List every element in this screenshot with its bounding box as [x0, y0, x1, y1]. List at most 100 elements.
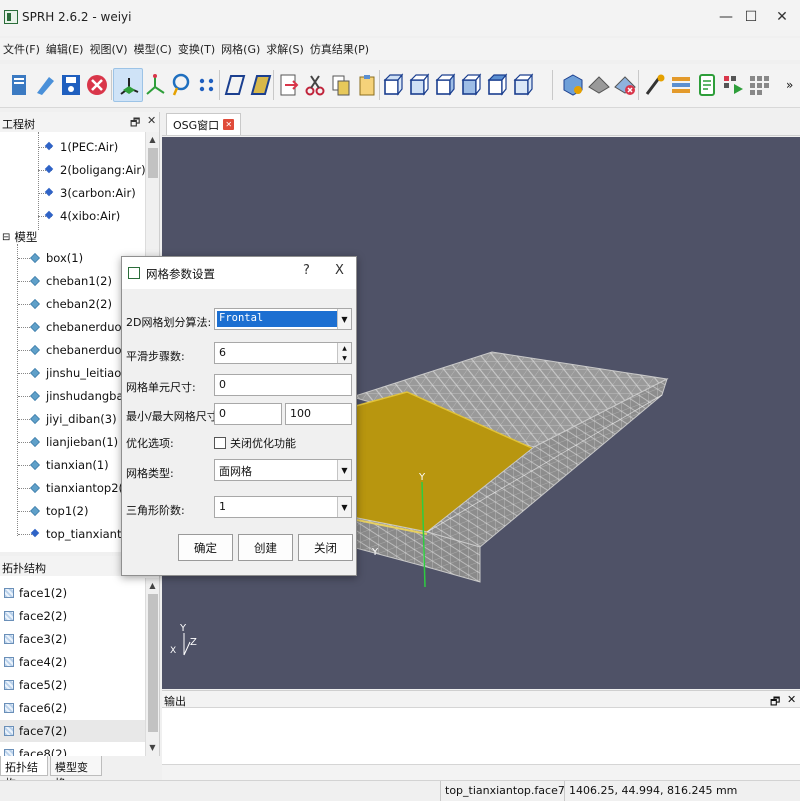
box-bottom-icon[interactable]: [508, 68, 538, 102]
min-size-input[interactable]: 0: [214, 403, 282, 425]
model-icon: [30, 253, 40, 263]
tab-topology[interactable]: 拓扑结构: [0, 756, 48, 790]
tree-item-model[interactable]: box(1): [30, 247, 83, 269]
collapse-toggle-icon[interactable]: ⊟: [2, 232, 10, 243]
tree-item-model[interactable]: cheban2(2): [30, 293, 112, 315]
toolbar: »: [0, 64, 800, 108]
project-tree-header: 工程树 🗗 ✕: [0, 112, 159, 133]
menu-file[interactable]: 文件(F): [0, 41, 43, 57]
scroll-up-arrow-icon[interactable]: ▲: [146, 578, 159, 592]
element-size-input[interactable]: 0: [214, 374, 352, 396]
face-list-item[interactable]: face4(2): [4, 651, 67, 673]
axes-icon[interactable]: [113, 68, 143, 102]
close-dialog-button[interactable]: 关闭: [298, 534, 353, 561]
face-icon: [4, 634, 14, 644]
menu-solve[interactable]: 求解(S): [263, 41, 307, 57]
triangle-order-select[interactable]: 1 ▼: [214, 496, 352, 518]
tab-close-icon[interactable]: ✕: [223, 119, 235, 130]
model-icon: [30, 437, 40, 447]
tree-item-material[interactable]: 2(boligang:Air): [44, 159, 146, 181]
face-list-item[interactable]: face5(2): [4, 674, 67, 696]
triangle-order-label: 三角形阶数:: [126, 504, 185, 517]
scroll-down-arrow-icon[interactable]: ▼: [146, 740, 159, 754]
model-icon: [30, 391, 40, 401]
close-panel-button[interactable]: ✕: [147, 114, 156, 127]
disable-optimize-checkbox[interactable]: [214, 437, 226, 449]
tree-group-models[interactable]: ⊟ 模型: [2, 226, 37, 248]
tree-item-model[interactable]: tianxiantop2(2): [30, 477, 135, 499]
algorithm-select-value: Frontal: [217, 311, 337, 327]
scroll-thumb[interactable]: [148, 594, 158, 732]
axis-label-y: Y: [419, 472, 426, 483]
toolbar-separator: [638, 70, 639, 100]
triad-z-label: Z: [190, 637, 197, 648]
face-list-item-selected[interactable]: face7(2): [0, 720, 145, 742]
menu-model[interactable]: 模型(C): [131, 41, 175, 57]
toolbar-separator: [552, 70, 553, 100]
smooth-steps-value: 6: [219, 346, 226, 359]
model-icon: [30, 299, 40, 309]
material-cube-icon: [44, 188, 54, 198]
face-list-item[interactable]: face6(2): [4, 697, 67, 719]
face-list-item[interactable]: face2(2): [4, 605, 67, 627]
topology-scrollbar[interactable]: ▲ ▼: [145, 578, 159, 756]
float-panel-button[interactable]: 🗗: [130, 114, 140, 133]
face-list-item[interactable]: face8(2): [4, 743, 67, 756]
tree-item-material[interactable]: 3(carbon:Air): [44, 182, 136, 204]
chevron-down-icon[interactable]: ▼: [337, 460, 351, 480]
chevron-down-icon[interactable]: ▼: [337, 309, 351, 329]
tab-osg-window[interactable]: OSG窗口 ✕: [166, 113, 242, 135]
menu-transform[interactable]: 变换(T): [175, 41, 218, 57]
tree-item-model[interactable]: top1(2): [30, 500, 88, 522]
tree-connector: [17, 244, 18, 536]
face-icon: [4, 611, 14, 621]
model-icon: [30, 345, 40, 355]
tree-item-material[interactable]: 1(PEC:Air): [44, 136, 118, 158]
mesh-type-label: 网格类型:: [126, 467, 174, 480]
mesh-delete-icon[interactable]: [610, 68, 640, 102]
help-button[interactable]: ?: [303, 263, 310, 278]
algorithm-label: 2D网格划分算法:: [126, 316, 212, 329]
status-bar: top_tianxiantop.face7 1406.25, 44.994, 8…: [0, 780, 800, 801]
algorithm-select[interactable]: Frontal ▼: [214, 308, 352, 330]
face-list-item[interactable]: face3(2): [4, 628, 67, 650]
menu-results[interactable]: 仿真结果(P): [307, 41, 372, 57]
tree-item-model[interactable]: tianxian(1): [30, 454, 109, 476]
chevron-down-icon[interactable]: ▼: [337, 497, 351, 517]
scroll-up-arrow-icon[interactable]: ▲: [146, 132, 159, 146]
output-log[interactable]: [162, 707, 800, 765]
smooth-steps-spinbox[interactable]: 6 ▲ ▼: [214, 342, 352, 364]
tree-item-model[interactable]: lianjieban(1): [30, 431, 118, 453]
grid-icon[interactable]: [744, 68, 774, 102]
menu-mesh[interactable]: 网格(G): [218, 41, 263, 57]
dialog-close-button[interactable]: X: [335, 263, 344, 278]
window-titlebar: SPRH 2.6.2 - weiyi — ☐ ✕: [0, 0, 800, 36]
triad-y-label: Y: [180, 623, 187, 634]
close-window-button[interactable]: ✕: [760, 0, 800, 34]
tree-item-model[interactable]: cheban1(2): [30, 270, 112, 292]
stop-icon[interactable]: [82, 68, 112, 102]
plane-fill-icon[interactable]: [246, 68, 276, 102]
menu-edit[interactable]: 编辑(E): [43, 41, 87, 57]
toolbar-overflow-button[interactable]: »: [786, 78, 793, 92]
spin-arrows-icon[interactable]: ▲ ▼: [337, 343, 351, 363]
output-panel: 输出 🗗 ✕: [162, 690, 800, 780]
ok-button[interactable]: 确定: [178, 534, 233, 561]
tree-item-model[interactable]: jiyi_diban(3): [30, 408, 117, 430]
topology-title: 拓扑结构: [2, 562, 46, 575]
face-list-item[interactable]: face1(2): [4, 582, 67, 604]
mesh-settings-dialog: 网格参数设置 ? X 2D网格划分算法: Frontal ▼ 平滑步骤数: 6 …: [121, 256, 357, 576]
tab-model-transform[interactable]: 模型变换: [50, 756, 102, 790]
menu-view[interactable]: 视图(V): [86, 41, 130, 57]
topology-panel: 拓扑结构 face1(2) face2(2) face3(2) face4(2)…: [0, 556, 160, 756]
close-output-button[interactable]: ✕: [787, 693, 796, 706]
tree-item-material[interactable]: 4(xibo:Air): [44, 205, 120, 227]
face-icon: [4, 749, 14, 756]
create-button[interactable]: 创建: [238, 534, 293, 561]
project-tree-title: 工程树: [2, 118, 35, 131]
mesh-type-select[interactable]: 面网格 ▼: [214, 459, 352, 481]
scroll-thumb[interactable]: [148, 148, 158, 178]
left-bottom-tabs: 拓扑结构 模型变换: [0, 756, 160, 790]
points-icon[interactable]: [192, 68, 222, 102]
max-size-input[interactable]: 100: [285, 403, 352, 425]
